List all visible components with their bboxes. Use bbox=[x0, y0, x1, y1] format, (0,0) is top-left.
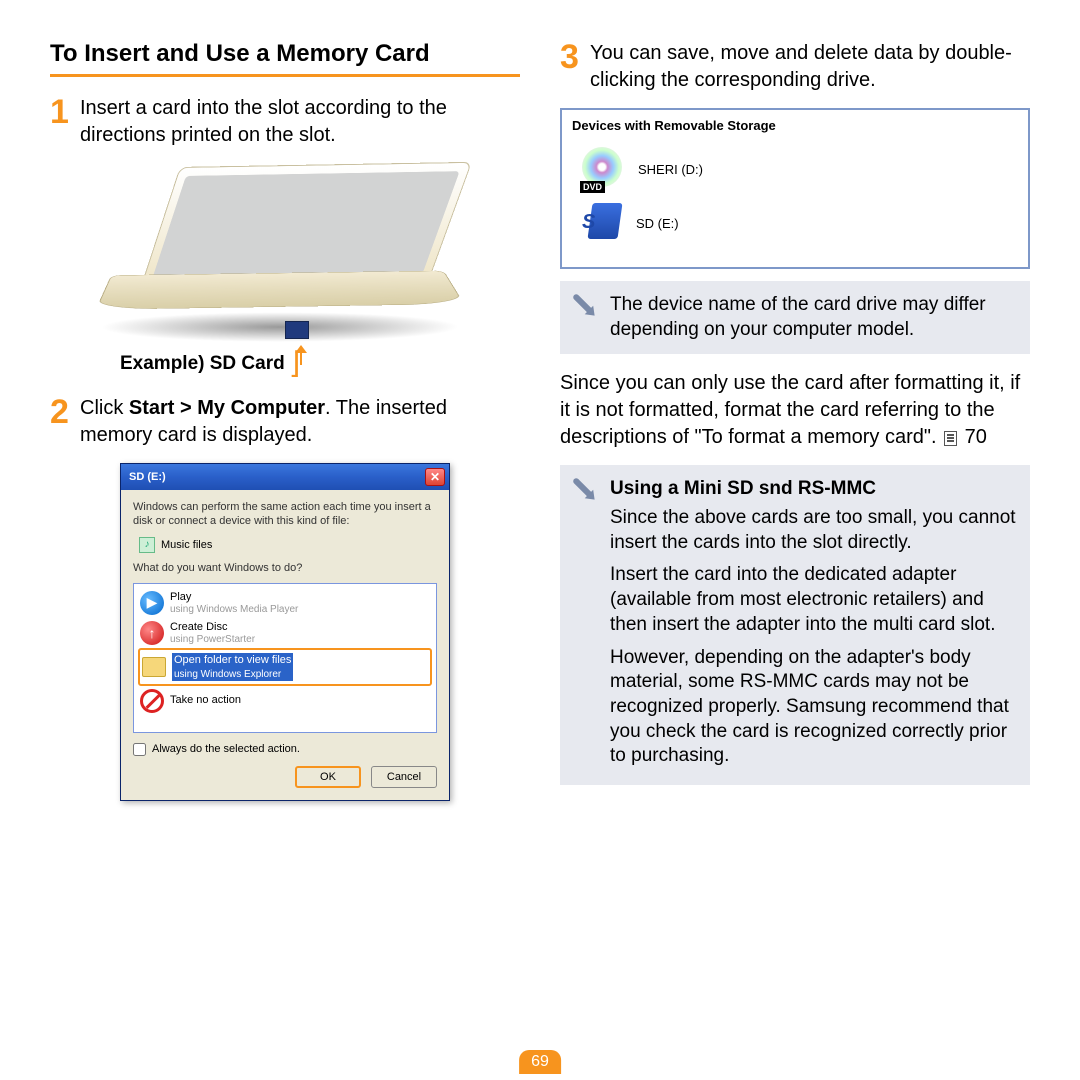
mini-sd-p2: Insert the card into the dedicated adapt… bbox=[610, 563, 1018, 637]
step-number: 2 bbox=[50, 395, 74, 449]
always-checkbox-row[interactable]: Always do the selected action. bbox=[133, 743, 437, 756]
action-create-disc[interactable]: ↑ Create Discusing PowerStarter bbox=[138, 618, 432, 648]
ok-button[interactable]: OK bbox=[295, 766, 361, 788]
action-list[interactable]: ▶ Playusing Windows Media Player ↑ Creat… bbox=[133, 583, 437, 733]
step-2: 2 Click Start > My Computer. The inserte… bbox=[50, 395, 520, 449]
dialog-description: Windows can perform the same action each… bbox=[133, 500, 437, 529]
step-text: Click Start > My Computer. The inserted … bbox=[80, 395, 520, 449]
sd-icon: S bbox=[580, 203, 622, 243]
devices-box: Devices with Removable Storage DVD SHERI… bbox=[560, 108, 1030, 269]
mini-sd-p1: Since the above cards are too small, you… bbox=[610, 506, 1018, 555]
dialog-titlebar: SD (E:) ✕ bbox=[121, 464, 449, 490]
step-text: You can save, move and delete data by do… bbox=[590, 40, 1030, 94]
action-play[interactable]: ▶ Playusing Windows Media Player bbox=[138, 588, 432, 618]
note-device-name: The device name of the card drive may di… bbox=[560, 281, 1030, 354]
page-number: 69 bbox=[519, 1050, 561, 1074]
always-label: Always do the selected action. bbox=[152, 743, 300, 755]
device-label: SHERI (D:) bbox=[638, 162, 703, 177]
example-sd-card-label: Example) SD Card⌋ bbox=[120, 353, 520, 375]
device-label: SD (E:) bbox=[636, 216, 679, 231]
mini-sd-p3: However, depending on the adapter's body… bbox=[610, 646, 1018, 769]
folder-icon bbox=[142, 657, 166, 677]
device-sd[interactable]: S SD (E:) bbox=[568, 197, 1022, 249]
step-text: Insert a card into the slot according to… bbox=[80, 95, 520, 149]
device-dvd[interactable]: DVD SHERI (D:) bbox=[568, 141, 1022, 197]
step-number: 3 bbox=[560, 40, 584, 94]
close-icon[interactable]: ✕ bbox=[425, 468, 445, 486]
cancel-button[interactable]: Cancel bbox=[371, 766, 437, 788]
dialog-title: SD (E:) bbox=[129, 471, 166, 483]
action-take-no-action[interactable]: Take no action bbox=[138, 686, 432, 716]
step-number: 1 bbox=[50, 95, 74, 149]
music-icon: ♪ bbox=[139, 537, 155, 553]
pencil-icon bbox=[564, 285, 604, 325]
action-open-folder[interactable]: Open folder to view filesusing Windows E… bbox=[138, 648, 432, 686]
devices-header: Devices with Removable Storage bbox=[568, 116, 1022, 141]
step-3: 3 You can save, move and delete data by … bbox=[560, 40, 1030, 94]
dvd-icon: DVD bbox=[580, 147, 624, 191]
always-checkbox[interactable] bbox=[133, 743, 146, 756]
step-1: 1 Insert a card into the slot according … bbox=[50, 95, 520, 149]
file-type-row: ♪ Music files bbox=[139, 537, 437, 553]
page-ref-icon bbox=[944, 431, 957, 446]
dialog-prompt: What do you want Windows to do? bbox=[133, 561, 437, 575]
laptop-illustration bbox=[90, 167, 520, 347]
note-mini-sd: Using a Mini SD snd RS-MMC Since the abo… bbox=[560, 465, 1030, 785]
powerstarter-icon: ↑ bbox=[140, 621, 164, 645]
section-title: To Insert and Use a Memory Card bbox=[50, 40, 520, 77]
mini-sd-title: Using a Mini SD snd RS-MMC bbox=[610, 477, 1018, 502]
wmp-icon: ▶ bbox=[140, 591, 164, 615]
autoplay-dialog: SD (E:) ✕ Windows can perform the same a… bbox=[120, 463, 450, 801]
no-action-icon bbox=[140, 689, 164, 713]
format-paragraph: Since you can only use the card after fo… bbox=[560, 370, 1030, 451]
pencil-icon bbox=[564, 470, 604, 510]
